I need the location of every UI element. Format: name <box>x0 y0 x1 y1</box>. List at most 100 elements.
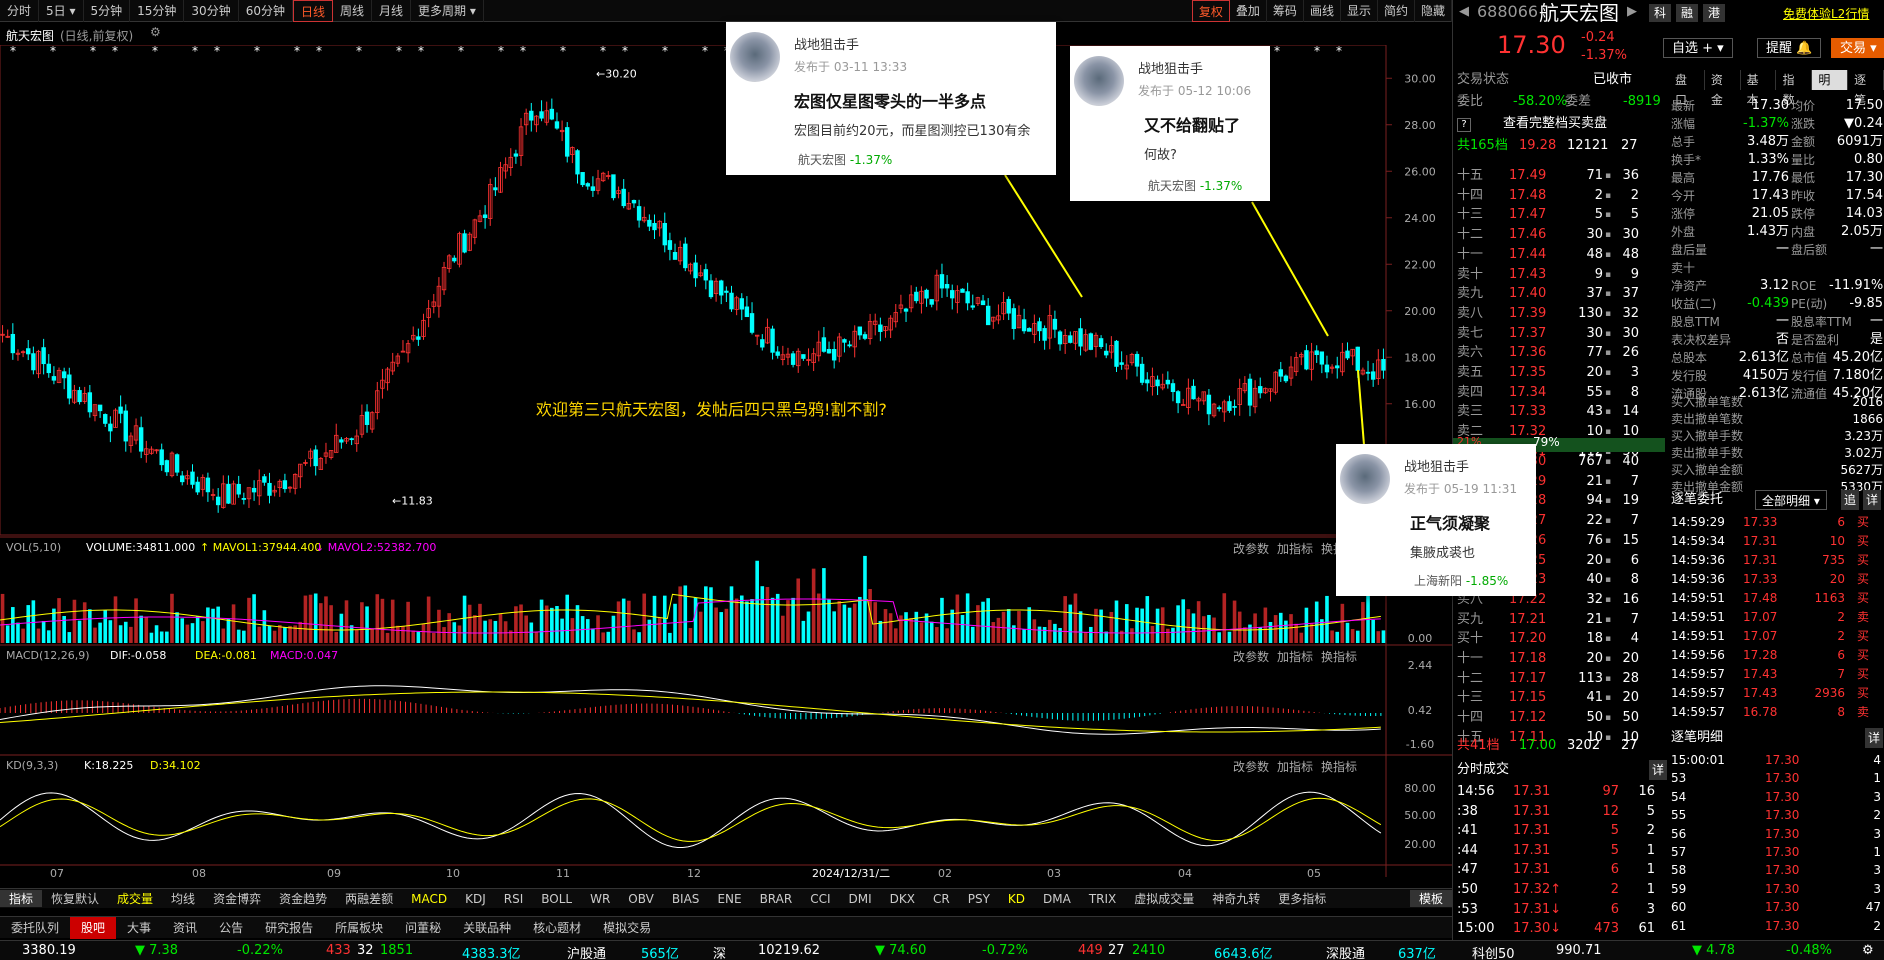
zbwt-btn[interactable]: 追 <box>1841 490 1860 510</box>
zbmx-detail[interactable]: 详 <box>1865 728 1884 748</box>
indicator-tab-22[interactable]: DMA <box>1034 892 1080 906</box>
btn-1[interactable]: 提醒 🔔 <box>1757 38 1822 58</box>
bottom-tab-2[interactable]: 大事 <box>116 917 162 939</box>
zbwt-select[interactable]: 全部明细 ▾ <box>1755 490 1827 510</box>
toolbar-btn-5[interactable]: 简约 <box>1378 0 1415 22</box>
indicator-tab-10[interactable]: BOLL <box>532 892 581 906</box>
period-tab-5[interactable]: 60分钟 <box>239 0 293 22</box>
indicator-tab-25[interactable]: 神奇九转 <box>1203 890 1269 907</box>
toolbar-btn-0[interactable]: 复权 <box>1191 0 1230 22</box>
indicator-tab-23[interactable]: TRIX <box>1080 892 1125 906</box>
bottom-tab-6[interactable]: 所属板块 <box>324 917 394 939</box>
indicator-tab-15[interactable]: BRAR <box>751 892 802 906</box>
period-tab-0[interactable]: 分时 <box>0 0 40 22</box>
volume-bar <box>190 623 195 643</box>
check-all-orderbook[interactable]: 查看完整档买卖盘 <box>1503 114 1607 134</box>
candle-body <box>1052 318 1058 330</box>
indicator-tab-6[interactable]: 两融差额 <box>336 890 402 907</box>
volume-bar <box>154 625 159 643</box>
bottom-tab-9[interactable]: 核心题材 <box>522 917 592 939</box>
indicator-tab-26[interactable]: 更多指标 <box>1269 890 1335 907</box>
indicator-tab-4[interactable]: 资金博弈 <box>204 890 270 907</box>
detail-tab-4[interactable]: 明细 <box>1812 70 1849 107</box>
indicator-tab-18[interactable]: DKX <box>881 892 924 906</box>
zbwt-btn[interactable]: 详 <box>1863 490 1882 510</box>
indicator-tab-16[interactable]: CCI <box>801 892 839 906</box>
next-stock-icon[interactable]: ▶ <box>1627 2 1637 22</box>
fscj-detail[interactable]: 详 <box>1649 760 1668 780</box>
detail-tab-0[interactable]: 盘口 <box>1669 70 1705 107</box>
indicator-tab-8[interactable]: KDJ <box>456 892 495 906</box>
sell-cnt: 36 <box>1622 168 1639 183</box>
detail-tab-2[interactable]: 基本 <box>1741 70 1777 107</box>
period-tab-7[interactable]: 周线 <box>333 0 373 22</box>
volume-bar <box>236 629 241 643</box>
detail-tab-3[interactable]: 指数 <box>1776 70 1813 107</box>
indicator-tab-11[interactable]: WR <box>581 892 619 906</box>
bottom-tab-5[interactable]: 研究报告 <box>254 917 324 939</box>
sell-price: 17.47 <box>1509 207 1547 223</box>
post-card[interactable]: 战地狙击手 发布于 03-11 13:33 宏图仅星图零头的一半多点 宏图目前约20元… <box>726 22 1056 175</box>
card-stock[interactable]: 航天宏图 -1.37% <box>1148 177 1242 194</box>
indicator-tab-3[interactable]: 均线 <box>162 890 204 907</box>
volume-bar <box>1376 631 1381 643</box>
indicator-tab-2[interactable]: 成交量 <box>108 890 162 907</box>
period-tab-1[interactable]: 5日 ▾ <box>39 0 84 22</box>
toolbar-btn-6[interactable]: 隐藏 <box>1415 0 1452 22</box>
bottom-tab-8[interactable]: 关联品种 <box>452 917 522 939</box>
post-card[interactable]: 战地狙击手 发布于 05-19 11:31 正气须凝聚 集腋成裘也 上海新阳 -1.85… <box>1336 444 1536 596</box>
bottom-tab-10[interactable]: 模拟交易 <box>592 917 662 939</box>
btn-2[interactable]: 交易 ▾ <box>1831 38 1884 58</box>
card-stock[interactable]: 上海新阳 -1.85% <box>1414 572 1508 589</box>
trial-link[interactable]: 免费体验L2行情 <box>1783 4 1869 24</box>
gear-icon[interactable]: ⚙ <box>150 25 161 39</box>
period-tab-6[interactable]: 日线 <box>292 0 333 22</box>
indicator-tab-17[interactable]: DMI <box>840 892 881 906</box>
avatar[interactable] <box>1340 454 1390 504</box>
toolbar-btn-4[interactable]: 显示 <box>1341 0 1378 22</box>
indicator-tab-0[interactable]: 指标 <box>0 890 43 907</box>
indicator-tab-14[interactable]: ENE <box>708 892 750 906</box>
indicator-tab-13[interactable]: BIAS <box>663 892 709 906</box>
indicator-tab-24[interactable]: 虚拟成交量 <box>1125 890 1203 907</box>
detail-tab-5[interactable]: 逐笔 <box>1848 70 1884 107</box>
period-toolbar: 分时 5日 ▾ 5分钟 15分钟 30分钟 60分钟 日线 周线 月线 更多周期 ▾ 复权 叠加 筹码画… <box>0 0 1452 22</box>
avatar[interactable] <box>730 32 780 82</box>
indicator-tab-1[interactable]: 恢复默认 <box>42 890 108 907</box>
btn-0[interactable]: 自选 + ▾ <box>1663 38 1733 58</box>
bottom-tab-0[interactable]: 委托队列 <box>0 917 70 939</box>
toolbar-btn-2[interactable]: 筹码 <box>1267 0 1304 22</box>
bottom-tab-7[interactable]: 问董秘 <box>394 917 452 939</box>
indicator-tab-5[interactable]: 资金趋势 <box>270 890 336 907</box>
bottom-tab-4[interactable]: 公告 <box>208 917 254 939</box>
period-tab-4[interactable]: 30分钟 <box>184 0 239 22</box>
settings-icon[interactable]: ⚙ <box>1862 943 1874 958</box>
bottom-tab-1[interactable]: 股吧 <box>70 916 117 939</box>
card-user[interactable]: 战地狙击手 <box>1138 58 1203 77</box>
period-tab-3[interactable]: 15分钟 <box>130 0 185 22</box>
card-stock[interactable]: 航天宏图 -1.37% <box>798 151 892 168</box>
indicator-tab-20[interactable]: PSY <box>959 892 999 906</box>
avatar[interactable] <box>1074 56 1124 106</box>
post-card[interactable]: 战地狙击手 发布于 05-12 10:06 又不给翻贴了 何故? 航天宏图 -1.37% <box>1070 46 1270 201</box>
volume-bar <box>1304 607 1309 643</box>
volume-bar <box>673 603 677 643</box>
period-tab-2[interactable]: 5分钟 <box>84 0 131 22</box>
indicator-tab-21[interactable]: KD <box>999 892 1034 906</box>
card-user[interactable]: 战地狙击手 <box>1404 456 1469 475</box>
detail-tab-1[interactable]: 资金 <box>1705 70 1741 107</box>
indicator-tab-12[interactable]: OBV <box>619 892 663 906</box>
period-tab-8[interactable]: 月线 <box>372 0 412 22</box>
card-user[interactable]: 战地狙击手 <box>794 34 859 53</box>
candle-body <box>159 449 164 466</box>
volume-bar <box>473 615 477 643</box>
indicator-tab-27[interactable]: 模板 <box>1409 890 1452 907</box>
prev-stock-icon[interactable]: ◀ <box>1459 2 1469 22</box>
bottom-tab-3[interactable]: 资讯 <box>162 917 208 939</box>
indicator-tab-19[interactable]: CR <box>924 892 959 906</box>
toolbar-btn-3[interactable]: 画线 <box>1304 0 1341 22</box>
period-tab-9[interactable]: 更多周期 ▾ <box>411 0 484 22</box>
toolbar-btn-1[interactable]: 叠加 <box>1230 0 1267 22</box>
indicator-tab-7[interactable]: MACD <box>402 892 456 906</box>
indicator-tab-9[interactable]: RSI <box>495 892 533 906</box>
